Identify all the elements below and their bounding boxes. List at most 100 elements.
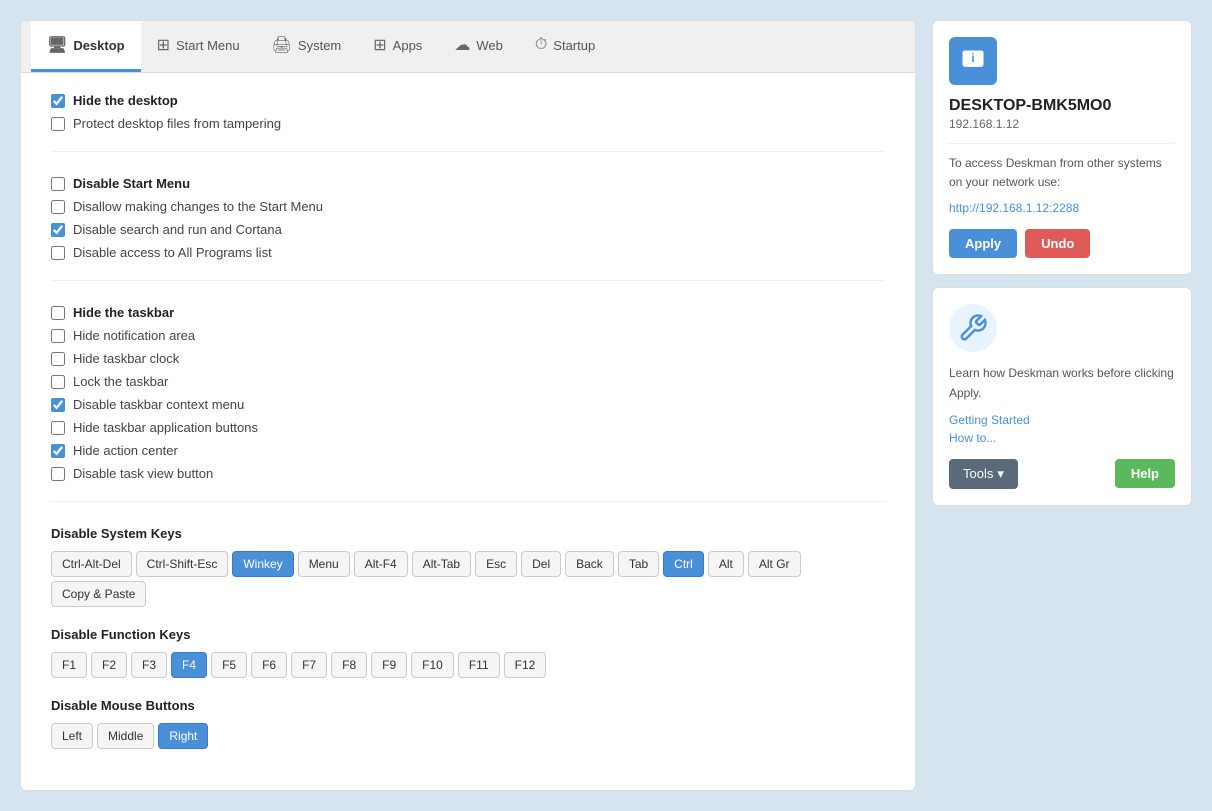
card-buttons: Apply Undo	[949, 229, 1175, 258]
system-keys-section: Disable System Keys Ctrl-Alt-Del Ctrl-Sh…	[51, 526, 885, 607]
key-f12[interactable]: F12	[504, 652, 547, 678]
how-to-link[interactable]: How to...	[949, 431, 1175, 445]
desktop-checkboxes: Hide the desktop Protect desktop files f…	[51, 93, 885, 131]
tab-startmenu[interactable]: ⊞ Start Menu	[141, 21, 256, 72]
checkbox-hide-action: Hide action center	[51, 443, 885, 458]
key-ctrl-alt-del[interactable]: Ctrl-Alt-Del	[51, 551, 132, 577]
key-middle[interactable]: Middle	[97, 723, 154, 749]
host-ip: 192.168.1.12	[949, 117, 1175, 131]
key-del[interactable]: Del	[521, 551, 561, 577]
desktop-icon: 🖥	[47, 35, 67, 55]
system-keys-title: Disable System Keys	[51, 526, 885, 541]
hide-clock-checkbox[interactable]	[51, 352, 65, 366]
function-keys-title: Disable Function Keys	[51, 627, 885, 642]
apps-icon: ⊞	[373, 35, 386, 55]
getting-started-link[interactable]: Getting Started	[949, 413, 1175, 427]
tab-startup[interactable]: ⏱ Startup	[519, 21, 611, 72]
key-f3[interactable]: F3	[131, 652, 167, 678]
key-f10[interactable]: F10	[411, 652, 454, 678]
disable-search-checkbox[interactable]	[51, 223, 65, 237]
startmenu-section: Disable Start Menu Disallow making chang…	[51, 176, 885, 281]
device-icon: i	[949, 37, 997, 85]
apply-button[interactable]: Apply	[949, 229, 1017, 258]
key-esc[interactable]: Esc	[475, 551, 517, 577]
key-copy-paste[interactable]: Copy & Paste	[51, 581, 146, 607]
key-left[interactable]: Left	[51, 723, 93, 749]
key-menu[interactable]: Menu	[298, 551, 350, 577]
checkbox-protect-files: Protect desktop files from tampering	[51, 116, 885, 131]
key-alt-f4[interactable]: Alt-F4	[354, 551, 408, 577]
checkbox-hide-clock: Hide taskbar clock	[51, 351, 885, 366]
key-f8[interactable]: F8	[331, 652, 367, 678]
hide-desktop-checkbox[interactable]	[51, 94, 65, 108]
disable-task-view-checkbox[interactable]	[51, 467, 65, 481]
hide-app-buttons-checkbox[interactable]	[51, 421, 65, 435]
system-key-buttons: Ctrl-Alt-Del Ctrl-Shift-Esc Winkey Menu …	[51, 551, 885, 607]
mouse-buttons-title: Disable Mouse Buttons	[51, 698, 885, 713]
mouse-buttons-section: Disable Mouse Buttons Left Middle Right	[51, 698, 885, 749]
help-button[interactable]: Help	[1115, 459, 1175, 488]
checkbox-lock-taskbar: Lock the taskbar	[51, 374, 885, 389]
tools-button[interactable]: Tools ▾	[949, 459, 1018, 489]
tab-bar: 🖥 Desktop ⊞ Start Menu 🖨 System ⊞ Apps ☁…	[21, 21, 915, 73]
checkbox-disable-context: Disable taskbar context menu	[51, 397, 885, 412]
startup-icon: ⏱	[535, 36, 547, 54]
disallow-changes-checkbox[interactable]	[51, 200, 65, 214]
help-description: Learn how Deskman works before clicking …	[949, 364, 1175, 402]
network-url-link[interactable]: http://192.168.1.12:2288	[949, 201, 1079, 215]
key-right[interactable]: Right	[158, 723, 208, 749]
tab-content: Hide the desktop Protect desktop files f…	[21, 73, 915, 789]
key-f1[interactable]: F1	[51, 652, 87, 678]
tab-desktop[interactable]: 🖥 Desktop	[31, 21, 141, 72]
taskbar-section: Hide the taskbar Hide notification area …	[51, 305, 885, 502]
lock-taskbar-checkbox[interactable]	[51, 375, 65, 389]
network-text: To access Deskman from other systems on …	[949, 154, 1175, 192]
key-f11[interactable]: F11	[458, 652, 500, 678]
desktop-section: Hide the desktop Protect desktop files f…	[51, 93, 885, 152]
disable-start-checkbox[interactable]	[51, 177, 65, 191]
system-icon: 🖨	[272, 35, 292, 55]
checkbox-disallow-changes: Disallow making changes to the Start Men…	[51, 199, 885, 214]
key-back[interactable]: Back	[565, 551, 614, 577]
checkbox-hide-taskbar: Hide the taskbar	[51, 305, 885, 320]
tab-apps[interactable]: ⊞ Apps	[357, 21, 438, 72]
disable-programs-checkbox[interactable]	[51, 246, 65, 260]
key-f2[interactable]: F2	[91, 652, 127, 678]
checkbox-hide-desktop: Hide the desktop	[51, 93, 885, 108]
key-f4[interactable]: F4	[171, 652, 207, 678]
key-alt-tab[interactable]: Alt-Tab	[412, 551, 471, 577]
hostname: DESKTOP-BMK5MO0	[949, 97, 1175, 115]
key-f9[interactable]: F9	[371, 652, 407, 678]
hide-notification-checkbox[interactable]	[51, 329, 65, 343]
hide-taskbar-checkbox[interactable]	[51, 306, 65, 320]
mouse-button-buttons: Left Middle Right	[51, 723, 885, 749]
key-f5[interactable]: F5	[211, 652, 247, 678]
startmenu-checkboxes: Disable Start Menu Disallow making chang…	[51, 176, 885, 260]
divider	[949, 143, 1175, 144]
disable-context-checkbox[interactable]	[51, 398, 65, 412]
checkbox-disable-programs: Disable access to All Programs list	[51, 245, 885, 260]
undo-button[interactable]: Undo	[1025, 229, 1090, 258]
function-key-buttons: F1 F2 F3 F4 F5 F6 F7 F8 F9 F10 F11 F12	[51, 652, 885, 678]
tab-web[interactable]: ☁ Web	[438, 21, 519, 72]
taskbar-checkboxes: Hide the taskbar Hide notification area …	[51, 305, 885, 481]
checkbox-disable-start: Disable Start Menu	[51, 176, 885, 191]
protect-files-checkbox[interactable]	[51, 117, 65, 131]
key-ctrl-shift-esc[interactable]: Ctrl-Shift-Esc	[136, 551, 229, 577]
hide-action-checkbox[interactable]	[51, 444, 65, 458]
help-buttons: Tools ▾ Help	[949, 459, 1175, 489]
checkbox-disable-task-view: Disable task view button	[51, 466, 885, 481]
key-ctrl[interactable]: Ctrl	[663, 551, 704, 577]
key-tab[interactable]: Tab	[618, 551, 659, 577]
key-alt[interactable]: Alt	[708, 551, 744, 577]
key-winkey[interactable]: Winkey	[232, 551, 293, 577]
key-alt-gr[interactable]: Alt Gr	[748, 551, 801, 577]
key-f6[interactable]: F6	[251, 652, 287, 678]
side-panel: i DESKTOP-BMK5MO0 192.168.1.12 To access…	[932, 20, 1192, 791]
svg-text:i: i	[971, 52, 974, 65]
wrench-icon	[949, 304, 997, 352]
tab-system[interactable]: 🖨 System	[256, 21, 358, 72]
startmenu-icon: ⊞	[157, 35, 170, 55]
help-card: Learn how Deskman works before clicking …	[932, 287, 1192, 505]
key-f7[interactable]: F7	[291, 652, 327, 678]
